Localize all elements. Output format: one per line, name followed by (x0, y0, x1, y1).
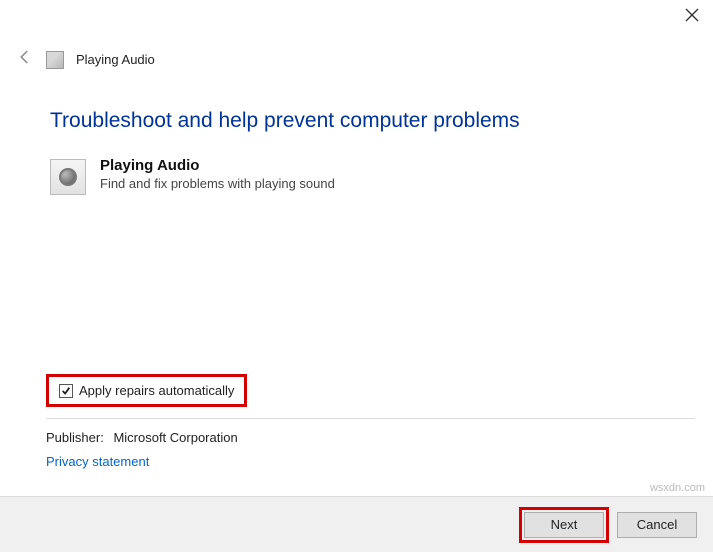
apply-repairs-checkbox[interactable]: Apply repairs automatically (46, 374, 247, 407)
header: Playing Audio (0, 36, 713, 71)
speaker-icon (50, 159, 86, 195)
window-title: Playing Audio (76, 52, 155, 67)
item-texts: Playing Audio Find and fix problems with… (100, 157, 335, 191)
troubleshooter-item: Playing Audio Find and fix problems with… (50, 157, 663, 195)
troubleshooter-app-icon (46, 51, 64, 69)
titlebar (0, 0, 713, 36)
cancel-button[interactable]: Cancel (617, 512, 697, 538)
divider (46, 418, 695, 419)
watermark: wsxdn.com (650, 482, 705, 494)
next-button[interactable]: Next (524, 512, 604, 538)
privacy-statement-link[interactable]: Privacy statement (46, 454, 149, 469)
checkbox-icon (59, 384, 73, 398)
item-title: Playing Audio (100, 157, 335, 174)
content-area: Troubleshoot and help prevent computer p… (0, 71, 713, 195)
footer: Next Cancel (0, 496, 713, 552)
next-button-highlight: Next (519, 507, 609, 543)
publisher-label: Publisher: (46, 430, 104, 445)
page-heading: Troubleshoot and help prevent computer p… (50, 109, 663, 133)
checkbox-label: Apply repairs automatically (79, 383, 234, 398)
item-description: Find and fix problems with playing sound (100, 176, 335, 191)
close-icon[interactable] (685, 8, 699, 27)
back-arrow-icon[interactable] (16, 48, 34, 71)
publisher-value: Microsoft Corporation (113, 430, 237, 445)
publisher-row: Publisher: Microsoft Corporation (46, 430, 238, 445)
